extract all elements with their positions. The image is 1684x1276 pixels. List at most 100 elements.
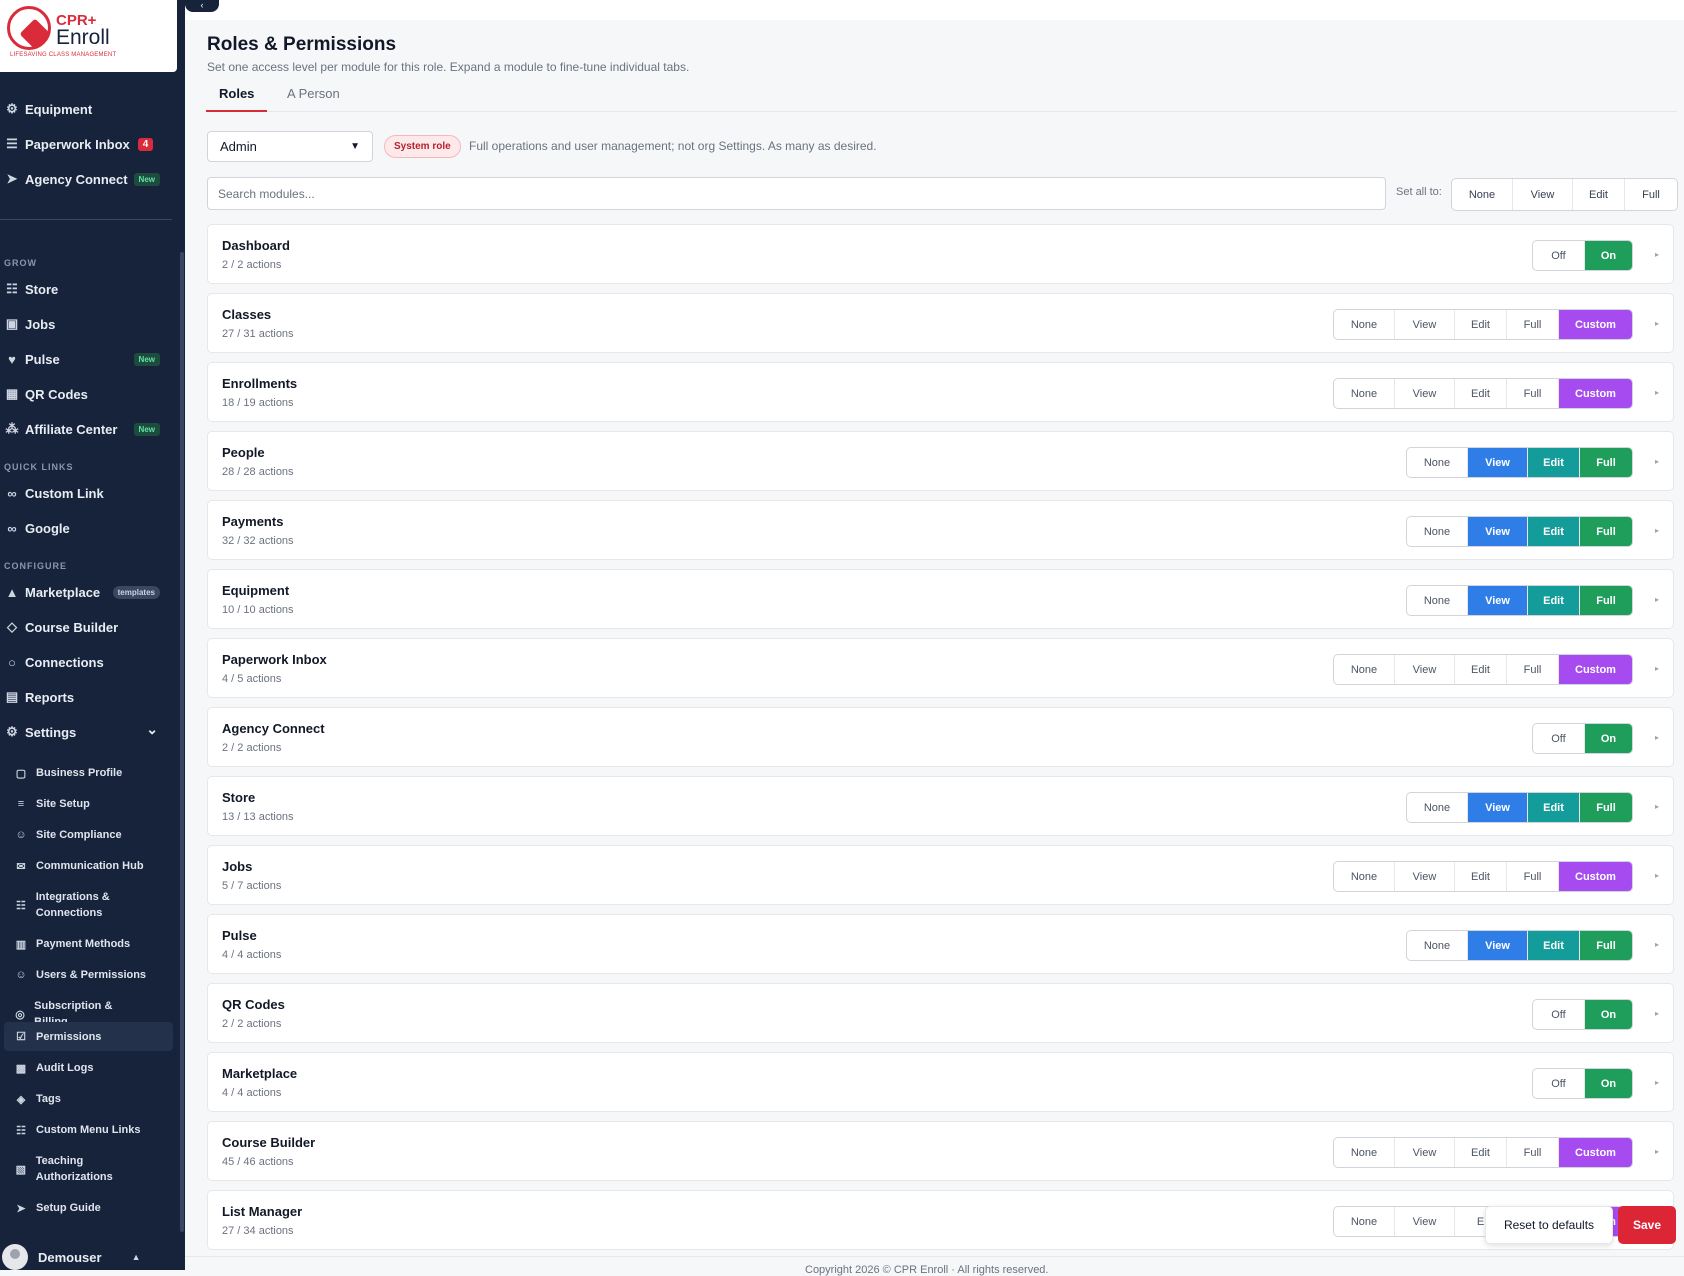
- settings-item-communication-hub[interactable]: ✉ Communication Hub: [14, 858, 172, 874]
- level-none-button[interactable]: None: [1407, 793, 1468, 822]
- level-custom-button[interactable]: Custom: [1559, 379, 1632, 408]
- user-menu[interactable]: Demouser ▲: [0, 1244, 180, 1270]
- level-full-button[interactable]: Full: [1507, 379, 1559, 408]
- level-edit-button[interactable]: Edit: [1528, 931, 1580, 960]
- level-full-button[interactable]: Full: [1507, 310, 1559, 339]
- save-button[interactable]: Save: [1618, 1206, 1676, 1244]
- level-view-button[interactable]: View: [1395, 379, 1455, 408]
- level-custom-button[interactable]: Custom: [1559, 655, 1632, 684]
- set-all-edit-button[interactable]: Edit: [1573, 179, 1625, 210]
- level-none-button[interactable]: None: [1334, 1207, 1395, 1236]
- sidebar-item-store[interactable]: ☷ Store: [0, 276, 180, 302]
- level-view-button[interactable]: View: [1395, 655, 1455, 684]
- expand-caret-icon[interactable]: ▸: [1655, 595, 1659, 604]
- reset-to-defaults-button[interactable]: Reset to defaults: [1485, 1206, 1613, 1244]
- module-row[interactable]: Equipment 10 / 10 actions None View Edit Full…: [207, 569, 1674, 629]
- set-all-full-button[interactable]: Full: [1625, 179, 1677, 210]
- level-view-button[interactable]: View: [1395, 862, 1455, 891]
- settings-item-setup-guide[interactable]: ➤ Setup Guide: [14, 1200, 172, 1216]
- expand-caret-icon[interactable]: ▸: [1655, 319, 1659, 328]
- level-edit-button[interactable]: Edit: [1455, 379, 1507, 408]
- settings-item-audit-logs[interactable]: ▩ Audit Logs: [14, 1060, 172, 1076]
- level-custom-button[interactable]: Custom: [1559, 862, 1632, 891]
- settings-item-users-permissions[interactable]: ☺ Users & Permissions: [14, 967, 172, 983]
- expand-caret-icon[interactable]: ▸: [1655, 457, 1659, 466]
- level-on-button[interactable]: On: [1585, 724, 1632, 753]
- level-custom-button[interactable]: Custom: [1559, 310, 1632, 339]
- sidebar-item-equipment[interactable]: ⚙ Equipment: [0, 96, 180, 122]
- sidebar-item-paperwork-inbox[interactable]: ☰ Paperwork Inbox 4: [0, 131, 180, 157]
- level-none-button[interactable]: None: [1334, 379, 1395, 408]
- level-none-button[interactable]: None: [1407, 448, 1468, 477]
- settings-item-payment-methods[interactable]: ▥ Payment Methods: [14, 936, 172, 952]
- expand-caret-icon[interactable]: ▸: [1655, 871, 1659, 880]
- expand-caret-icon[interactable]: ▸: [1655, 1147, 1659, 1156]
- level-none-button[interactable]: None: [1334, 862, 1395, 891]
- level-edit-button[interactable]: Edit: [1455, 655, 1507, 684]
- set-all-none-button[interactable]: None: [1452, 179, 1513, 210]
- level-custom-button[interactable]: Custom: [1559, 1138, 1632, 1167]
- level-view-button[interactable]: View: [1395, 310, 1455, 339]
- logo[interactable]: CPR+ Enroll LIFESAVING CLASS MANAGEMENT: [0, 0, 177, 72]
- expand-caret-icon[interactable]: ▸: [1655, 1078, 1659, 1087]
- level-none-button[interactable]: None: [1334, 310, 1395, 339]
- expand-caret-icon[interactable]: ▸: [1655, 802, 1659, 811]
- module-row[interactable]: Pulse 4 / 4 actions None View Edit Full ▸: [207, 914, 1674, 974]
- module-row[interactable]: Marketplace 4 / 4 actions Off On ▸: [207, 1052, 1674, 1112]
- level-view-button[interactable]: View: [1468, 517, 1528, 546]
- module-row[interactable]: Store 13 / 13 actions None View Edit Full ▸: [207, 776, 1674, 836]
- sidebar-item-pulse[interactable]: ♥ Pulse New: [0, 346, 180, 372]
- settings-item-site-compliance[interactable]: ☺ Site Compliance: [14, 827, 172, 843]
- settings-item-custom-menu-links[interactable]: ☷ Custom Menu Links: [14, 1122, 172, 1138]
- level-edit-button[interactable]: Edit: [1528, 448, 1580, 477]
- level-view-button[interactable]: View: [1468, 793, 1528, 822]
- level-off-button[interactable]: Off: [1533, 724, 1585, 753]
- level-full-button[interactable]: Full: [1580, 931, 1632, 960]
- sidebar-item-course-builder[interactable]: ◇ Course Builder: [0, 614, 180, 640]
- module-row[interactable]: Classes 27 / 31 actions None View Edit Full Cu…: [207, 293, 1674, 353]
- level-full-button[interactable]: Full: [1507, 655, 1559, 684]
- settings-item-teaching-authorizations[interactable]: ▧ Teaching Authorizations: [14, 1153, 134, 1185]
- settings-item-site-setup[interactable]: ≡ Site Setup: [14, 796, 172, 812]
- level-full-button[interactable]: Full: [1580, 448, 1632, 477]
- level-none-button[interactable]: None: [1407, 586, 1468, 615]
- level-off-button[interactable]: Off: [1533, 1069, 1585, 1098]
- level-edit-button[interactable]: Edit: [1528, 793, 1580, 822]
- level-none-button[interactable]: None: [1407, 931, 1468, 960]
- sidebar-scrollbar[interactable]: [180, 252, 184, 1232]
- level-off-button[interactable]: Off: [1533, 1000, 1585, 1029]
- tab-a-person[interactable]: A Person: [287, 86, 340, 112]
- level-full-button[interactable]: Full: [1580, 793, 1632, 822]
- level-edit-button[interactable]: Edit: [1528, 586, 1580, 615]
- level-view-button[interactable]: View: [1468, 931, 1528, 960]
- sidebar-item-agency-connect[interactable]: ➤ Agency Connect New: [0, 166, 180, 192]
- settings-item-integrations-connections[interactable]: ☷ Integrations & Connections: [14, 889, 134, 921]
- collapse-sidebar-button[interactable]: ‹: [185, 0, 219, 12]
- sidebar-item-connections[interactable]: ○ Connections: [0, 649, 180, 675]
- sidebar-item-marketplace[interactable]: ▲ Marketplace templates: [0, 579, 180, 605]
- expand-caret-icon[interactable]: ▸: [1655, 250, 1659, 259]
- level-edit-button[interactable]: Edit: [1455, 1138, 1507, 1167]
- module-row[interactable]: Dashboard 2 / 2 actions Off On ▸: [207, 224, 1674, 284]
- level-edit-button[interactable]: Edit: [1528, 517, 1580, 546]
- level-view-button[interactable]: View: [1468, 448, 1528, 477]
- module-row[interactable]: QR Codes 2 / 2 actions Off On ▸: [207, 983, 1674, 1043]
- sidebar-item-jobs[interactable]: ▣ Jobs: [0, 311, 180, 337]
- sidebar-item-custom-link[interactable]: ∞ Custom Link: [0, 480, 180, 506]
- level-full-button[interactable]: Full: [1507, 1138, 1559, 1167]
- sidebar-item-reports[interactable]: ▤ Reports: [0, 684, 180, 710]
- level-view-button[interactable]: View: [1395, 1138, 1455, 1167]
- sidebar-item-qr-codes[interactable]: ▦ QR Codes: [0, 381, 180, 407]
- level-none-button[interactable]: None: [1334, 655, 1395, 684]
- level-edit-button[interactable]: Edit: [1455, 310, 1507, 339]
- settings-item-tags[interactable]: ◈ Tags: [14, 1091, 172, 1107]
- level-edit-button[interactable]: Edit: [1455, 862, 1507, 891]
- module-row[interactable]: People 28 / 28 actions None View Edit Full ▸: [207, 431, 1674, 491]
- expand-caret-icon[interactable]: ▸: [1655, 733, 1659, 742]
- search-input[interactable]: [207, 177, 1386, 210]
- expand-caret-icon[interactable]: ▸: [1655, 526, 1659, 535]
- module-row[interactable]: List Manager27 / 34 actionsNoneViewEFull…: [207, 1190, 1674, 1250]
- level-on-button[interactable]: On: [1585, 241, 1632, 270]
- module-row[interactable]: Payments 32 / 32 actions None View Edit Full ▸: [207, 500, 1674, 560]
- module-row[interactable]: Course Builder 45 / 46 actions None View Edi…: [207, 1121, 1674, 1181]
